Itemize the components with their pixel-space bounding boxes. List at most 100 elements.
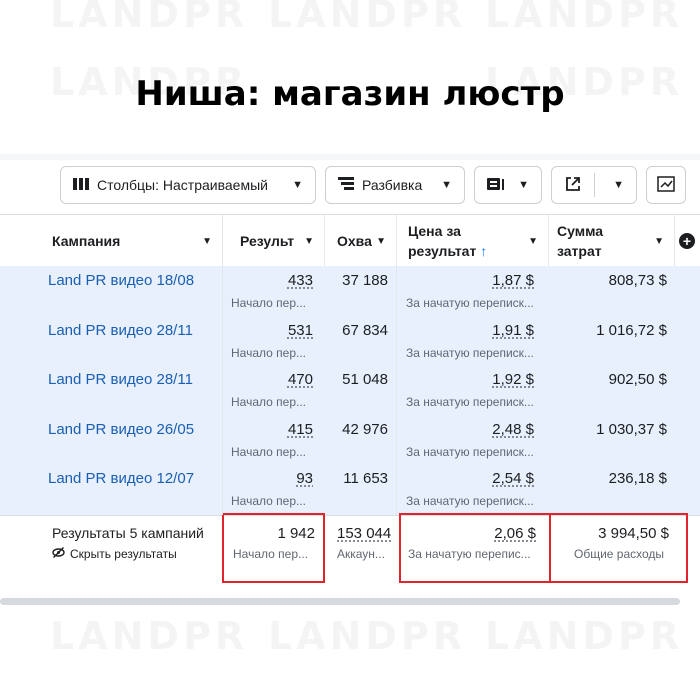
reach-value: 37 188 [342, 272, 388, 289]
watermark: LANDPR [50, 0, 248, 36]
column-header-cost-per-result[interactable]: Цена за результат ↑ ▼ [396, 215, 548, 267]
column-header-label: затрат [557, 243, 602, 259]
results-value[interactable]: 433 [288, 272, 313, 289]
table-row[interactable]: Land PR видео 28/11 531 Начало пер... 67… [0, 316, 700, 365]
chevron-down-icon[interactable]: ▼ [528, 236, 538, 247]
campaign-link[interactable]: Land PR видео 26/05 [48, 421, 194, 438]
reports-icon [487, 177, 505, 194]
panel-top-edge [0, 154, 700, 160]
hide-results-label: Скрыть результаты [70, 547, 177, 561]
amount-spent-value: 1 030,37 $ [596, 421, 667, 438]
watermark: LANDPR [485, 0, 683, 36]
column-header-results[interactable]: Результ ▼ [222, 215, 324, 267]
results-value[interactable]: 93 [296, 470, 313, 487]
chevron-down-icon[interactable]: ▼ [613, 179, 624, 191]
column-header-label: Сумма [557, 223, 604, 239]
sort-ascending-icon[interactable]: ↑ [480, 243, 487, 259]
columns-icon [73, 177, 89, 194]
divider [222, 214, 223, 515]
divider [594, 173, 595, 197]
cost-per-result-type: За начатую переписк... [406, 296, 534, 310]
amount-spent-value: 808,73 $ [608, 272, 667, 289]
chart-icon [657, 175, 675, 195]
results-value[interactable]: 531 [288, 322, 313, 339]
results-value[interactable]: 470 [288, 371, 313, 388]
table-body: Land PR видео 18/08 433 Начало пер... 37… [0, 266, 700, 515]
totals-row: Результаты 5 кампаний Скрыть результаты … [0, 513, 700, 592]
chevron-down-icon[interactable]: ▼ [202, 236, 212, 247]
divider [324, 214, 325, 266]
watermark: LANDPR [485, 614, 683, 658]
cost-per-result-value[interactable]: 1,87 $ [492, 272, 534, 289]
chart-button[interactable] [646, 166, 686, 204]
hide-results-link[interactable]: Скрыть результаты [52, 547, 177, 561]
watermark: LANDPR [268, 0, 466, 36]
campaign-link[interactable]: Land PR видео 12/07 [48, 470, 194, 487]
divider [548, 214, 549, 266]
divider [396, 214, 397, 515]
results-type: Начало пер... [231, 445, 306, 459]
table-row[interactable]: Land PR видео 28/11 470 Начало пер... 51… [0, 365, 700, 414]
column-header-label: Результ [240, 233, 295, 249]
toolbar: Столбцы: Настраиваемый ▼ Разбивка ▼ ▼ ▼ [0, 166, 700, 206]
cost-per-result-value[interactable]: 1,92 $ [492, 371, 534, 388]
campaigns-table: Кампания ▼ Результ ▼ Охва ▼ Цена за резу… [0, 214, 700, 605]
chevron-down-icon[interactable]: ▼ [304, 236, 314, 247]
table-row[interactable]: Land PR видео 12/07 93 Начало пер... 11 … [0, 464, 700, 513]
amount-spent-value: 236,18 $ [608, 470, 667, 487]
chevron-down-icon: ▼ [518, 179, 529, 191]
table-row[interactable]: Land PR видео 18/08 433 Начало пер... 37… [0, 266, 700, 315]
page-title: Ниша: магазин люстр [135, 74, 565, 114]
column-header-label: Цена за [408, 223, 461, 239]
column-header-reach[interactable]: Охва ▼ [324, 215, 396, 267]
chevron-down-icon[interactable]: ▼ [376, 236, 386, 247]
reach-value: 11 653 [343, 470, 388, 487]
amount-spent-value: 902,50 $ [608, 371, 667, 388]
columns-dropdown-label: Столбцы: Настраиваемый [97, 177, 268, 193]
reach-value: 67 834 [342, 322, 388, 339]
table-header: Кампания ▼ Результ ▼ Охва ▼ Цена за резу… [0, 214, 700, 268]
horizontal-scrollbar[interactable] [0, 598, 680, 605]
cost-per-result-value[interactable]: 1,91 $ [492, 322, 534, 339]
cost-per-result-type: За начатую переписк... [406, 445, 534, 459]
watermark: LANDPR [268, 614, 466, 658]
breakdown-dropdown[interactable]: Разбивка ▼ [325, 166, 465, 204]
divider [674, 214, 675, 266]
cost-per-result-type: За начатую переписк... [406, 395, 534, 409]
highlight-spent-box [549, 513, 688, 583]
results-type: Начало пер... [231, 395, 306, 409]
cost-per-result-type: За начатую переписк... [406, 494, 534, 508]
reports-dropdown[interactable]: ▼ [474, 166, 542, 204]
column-header-label: Кампания [52, 233, 121, 249]
campaign-link[interactable]: Land PR видео 28/11 [48, 371, 193, 388]
add-column-button[interactable]: + [674, 215, 700, 267]
plus-circle-icon: + [679, 233, 695, 249]
campaign-link[interactable]: Land PR видео 18/08 [48, 272, 194, 289]
columns-dropdown[interactable]: Столбцы: Настраиваемый ▼ [60, 166, 316, 204]
chevron-down-icon: ▼ [292, 179, 303, 191]
amount-spent-value: 1 016,72 $ [596, 322, 667, 339]
chevron-down-icon[interactable]: ▼ [654, 236, 664, 247]
table-row[interactable]: Land PR видео 26/05 415 Начало пер... 42… [0, 415, 700, 464]
chevron-down-icon: ▼ [441, 179, 452, 191]
reach-value: 42 976 [342, 421, 388, 438]
column-header-amount-spent[interactable]: Сумма затрат ▼ [548, 215, 674, 267]
column-header-campaign[interactable]: Кампания ▼ [0, 215, 222, 267]
export-button-group[interactable]: ▼ [551, 166, 637, 204]
totals-label: Результаты 5 кампаний [52, 525, 204, 541]
results-value[interactable]: 415 [288, 421, 313, 438]
reach-value: 51 048 [342, 371, 388, 388]
cost-per-result-value[interactable]: 2,54 $ [492, 470, 534, 487]
cost-per-result-value[interactable]: 2,48 $ [492, 421, 534, 438]
total-reach-value[interactable]: 153 044 [337, 525, 395, 542]
results-type: Начало пер... [231, 346, 306, 360]
total-reach-type: Аккаун... [337, 547, 385, 561]
breakdown-dropdown-label: Разбивка [362, 177, 423, 193]
cost-per-result-type: За начатую переписк... [406, 346, 534, 360]
column-header-label: Охва [337, 233, 372, 249]
highlight-results-box [222, 513, 325, 583]
campaign-link[interactable]: Land PR видео 28/11 [48, 322, 193, 339]
export-icon[interactable] [565, 176, 581, 195]
breakdown-icon [338, 176, 354, 194]
eye-slash-icon [52, 547, 65, 561]
